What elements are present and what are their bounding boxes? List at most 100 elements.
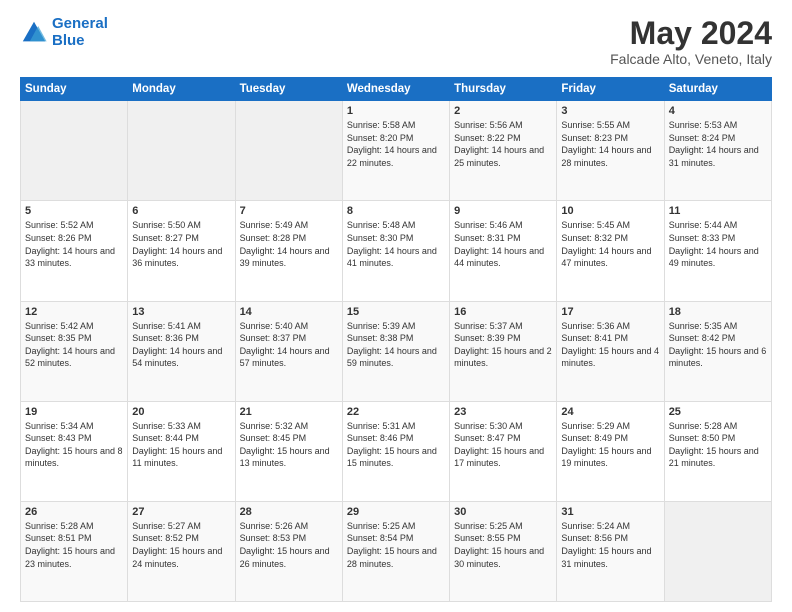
day-info: Sunrise: 5:52 AMSunset: 8:26 PMDaylight:… bbox=[25, 219, 123, 269]
day-info: Sunrise: 5:32 AMSunset: 8:45 PMDaylight:… bbox=[240, 420, 338, 470]
logo-line2: Blue bbox=[52, 32, 85, 49]
day-info: Sunrise: 5:58 AMSunset: 8:20 PMDaylight:… bbox=[347, 119, 445, 169]
calendar-cell bbox=[664, 501, 771, 601]
weekday-header: Friday bbox=[557, 78, 664, 101]
calendar-cell: 9 Sunrise: 5:46 AMSunset: 8:31 PMDaylight… bbox=[450, 201, 557, 301]
calendar-week-row: 19 Sunrise: 5:34 AMSunset: 8:43 PMDayligh… bbox=[21, 401, 772, 501]
calendar-cell: 13 Sunrise: 5:41 AMSunset: 8:36 PMDayligh… bbox=[128, 301, 235, 401]
day-number: 21 bbox=[240, 406, 338, 418]
header: General Blue May 2024 Falcade Alto, Vene… bbox=[20, 16, 772, 67]
calendar-cell: 19 Sunrise: 5:34 AMSunset: 8:43 PMDayligh… bbox=[21, 401, 128, 501]
calendar-cell: 6 Sunrise: 5:50 AMSunset: 8:27 PMDaylight… bbox=[128, 201, 235, 301]
day-info: Sunrise: 5:46 AMSunset: 8:31 PMDaylight:… bbox=[454, 219, 552, 269]
weekday-header-row: SundayMondayTuesdayWednesdayThursdayFrid… bbox=[21, 78, 772, 101]
day-info: Sunrise: 5:33 AMSunset: 8:44 PMDaylight:… bbox=[132, 420, 230, 470]
calendar-cell bbox=[128, 101, 235, 201]
calendar-cell: 11 Sunrise: 5:44 AMSunset: 8:33 PMDayligh… bbox=[664, 201, 771, 301]
calendar-cell: 18 Sunrise: 5:35 AMSunset: 8:42 PMDayligh… bbox=[664, 301, 771, 401]
day-number: 6 bbox=[132, 205, 230, 217]
day-info: Sunrise: 5:37 AMSunset: 8:39 PMDaylight:… bbox=[454, 320, 552, 370]
day-number: 4 bbox=[669, 105, 767, 117]
day-number: 14 bbox=[240, 306, 338, 318]
calendar-week-row: 5Sunrise: 5:52 AMSunset: 8:26 PMDaylight… bbox=[21, 201, 772, 301]
subtitle: Falcade Alto, Veneto, Italy bbox=[610, 51, 772, 67]
calendar-week-row: 12 Sunrise: 5:42 AMSunset: 8:35 PMDayligh… bbox=[21, 301, 772, 401]
day-info: Sunrise: 5:41 AMSunset: 8:36 PMDaylight:… bbox=[132, 320, 230, 370]
calendar-body: 1 Sunrise: 5:58 AMSunset: 8:20 PMDaylight… bbox=[21, 101, 772, 602]
calendar-cell: 24Sunrise: 5:29 AMSunset: 8:49 PMDayligh… bbox=[557, 401, 664, 501]
day-info: Sunrise: 5:40 AMSunset: 8:37 PMDaylight:… bbox=[240, 320, 338, 370]
calendar-cell: 20 Sunrise: 5:33 AMSunset: 8:44 PMDayligh… bbox=[128, 401, 235, 501]
day-number: 27 bbox=[132, 506, 230, 518]
day-number: 18 bbox=[669, 306, 767, 318]
calendar-cell: 7 Sunrise: 5:49 AMSunset: 8:28 PMDaylight… bbox=[235, 201, 342, 301]
day-info: Sunrise: 5:36 AMSunset: 8:41 PMDaylight:… bbox=[561, 320, 659, 370]
weekday-header: Tuesday bbox=[235, 78, 342, 101]
weekday-header: Saturday bbox=[664, 78, 771, 101]
calendar-cell: 15Sunrise: 5:39 AMSunset: 8:38 PMDayligh… bbox=[342, 301, 449, 401]
day-info: Sunrise: 5:50 AMSunset: 8:27 PMDaylight:… bbox=[132, 219, 230, 269]
day-number: 1 bbox=[347, 105, 445, 117]
day-number: 26 bbox=[25, 506, 123, 518]
logo: General Blue bbox=[20, 16, 108, 49]
day-number: 13 bbox=[132, 306, 230, 318]
calendar-cell: 5Sunrise: 5:52 AMSunset: 8:26 PMDaylight… bbox=[21, 201, 128, 301]
day-number: 15 bbox=[347, 306, 445, 318]
day-number: 11 bbox=[669, 205, 767, 217]
day-info: Sunrise: 5:42 AMSunset: 8:35 PMDaylight:… bbox=[25, 320, 123, 370]
day-number: 30 bbox=[454, 506, 552, 518]
calendar-cell: 2Sunrise: 5:56 AMSunset: 8:22 PMDaylight… bbox=[450, 101, 557, 201]
day-info: Sunrise: 5:55 AMSunset: 8:23 PMDaylight:… bbox=[561, 119, 659, 169]
day-info: Sunrise: 5:34 AMSunset: 8:43 PMDaylight:… bbox=[25, 420, 123, 470]
calendar-cell: 26Sunrise: 5:28 AMSunset: 8:51 PMDayligh… bbox=[21, 501, 128, 601]
day-info: Sunrise: 5:25 AMSunset: 8:54 PMDaylight:… bbox=[347, 520, 445, 570]
day-info: Sunrise: 5:53 AMSunset: 8:24 PMDaylight:… bbox=[669, 119, 767, 169]
weekday-header: Thursday bbox=[450, 78, 557, 101]
day-number: 7 bbox=[240, 205, 338, 217]
main-title: May 2024 bbox=[610, 16, 772, 51]
day-info: Sunrise: 5:35 AMSunset: 8:42 PMDaylight:… bbox=[669, 320, 767, 370]
calendar-cell: 25 Sunrise: 5:28 AMSunset: 8:50 PMDayligh… bbox=[664, 401, 771, 501]
day-number: 20 bbox=[132, 406, 230, 418]
title-block: May 2024 Falcade Alto, Veneto, Italy bbox=[610, 16, 772, 67]
calendar-cell bbox=[21, 101, 128, 201]
calendar-cell bbox=[235, 101, 342, 201]
day-info: Sunrise: 5:31 AMSunset: 8:46 PMDaylight:… bbox=[347, 420, 445, 470]
day-info: Sunrise: 5:26 AMSunset: 8:53 PMDaylight:… bbox=[240, 520, 338, 570]
calendar-cell: 27 Sunrise: 5:27 AMSunset: 8:52 PMDayligh… bbox=[128, 501, 235, 601]
calendar-cell: 14 Sunrise: 5:40 AMSunset: 8:37 PMDayligh… bbox=[235, 301, 342, 401]
day-info: Sunrise: 5:44 AMSunset: 8:33 PMDaylight:… bbox=[669, 219, 767, 269]
day-number: 24 bbox=[561, 406, 659, 418]
weekday-header: Wednesday bbox=[342, 78, 449, 101]
day-number: 12 bbox=[25, 306, 123, 318]
day-number: 29 bbox=[347, 506, 445, 518]
calendar-cell: 29 Sunrise: 5:25 AMSunset: 8:54 PMDayligh… bbox=[342, 501, 449, 601]
day-info: Sunrise: 5:27 AMSunset: 8:52 PMDaylight:… bbox=[132, 520, 230, 570]
calendar-cell: 28 Sunrise: 5:26 AMSunset: 8:53 PMDayligh… bbox=[235, 501, 342, 601]
calendar-week-row: 26Sunrise: 5:28 AMSunset: 8:51 PMDayligh… bbox=[21, 501, 772, 601]
calendar-cell: 8Sunrise: 5:48 AMSunset: 8:30 PMDaylight… bbox=[342, 201, 449, 301]
day-info: Sunrise: 5:28 AMSunset: 8:50 PMDaylight:… bbox=[669, 420, 767, 470]
day-number: 16 bbox=[454, 306, 552, 318]
calendar-week-row: 1 Sunrise: 5:58 AMSunset: 8:20 PMDaylight… bbox=[21, 101, 772, 201]
weekday-header: Sunday bbox=[21, 78, 128, 101]
calendar-cell: 31 Sunrise: 5:24 AMSunset: 8:56 PMDayligh… bbox=[557, 501, 664, 601]
day-number: 22 bbox=[347, 406, 445, 418]
day-info: Sunrise: 5:24 AMSunset: 8:56 PMDaylight:… bbox=[561, 520, 659, 570]
day-number: 31 bbox=[561, 506, 659, 518]
day-number: 19 bbox=[25, 406, 123, 418]
day-number: 23 bbox=[454, 406, 552, 418]
day-number: 9 bbox=[454, 205, 552, 217]
day-number: 10 bbox=[561, 205, 659, 217]
day-info: Sunrise: 5:30 AMSunset: 8:47 PMDaylight:… bbox=[454, 420, 552, 470]
calendar-table: SundayMondayTuesdayWednesdayThursdayFrid… bbox=[20, 77, 772, 602]
calendar-cell: 16 Sunrise: 5:37 AMSunset: 8:39 PMDayligh… bbox=[450, 301, 557, 401]
logo-icon bbox=[20, 19, 48, 47]
day-number: 8 bbox=[347, 205, 445, 217]
day-number: 25 bbox=[669, 406, 767, 418]
day-number: 28 bbox=[240, 506, 338, 518]
day-number: 3 bbox=[561, 105, 659, 117]
calendar-cell: 23 Sunrise: 5:30 AMSunset: 8:47 PMDayligh… bbox=[450, 401, 557, 501]
calendar-cell: 17Sunrise: 5:36 AMSunset: 8:41 PMDayligh… bbox=[557, 301, 664, 401]
day-info: Sunrise: 5:49 AMSunset: 8:28 PMDaylight:… bbox=[240, 219, 338, 269]
